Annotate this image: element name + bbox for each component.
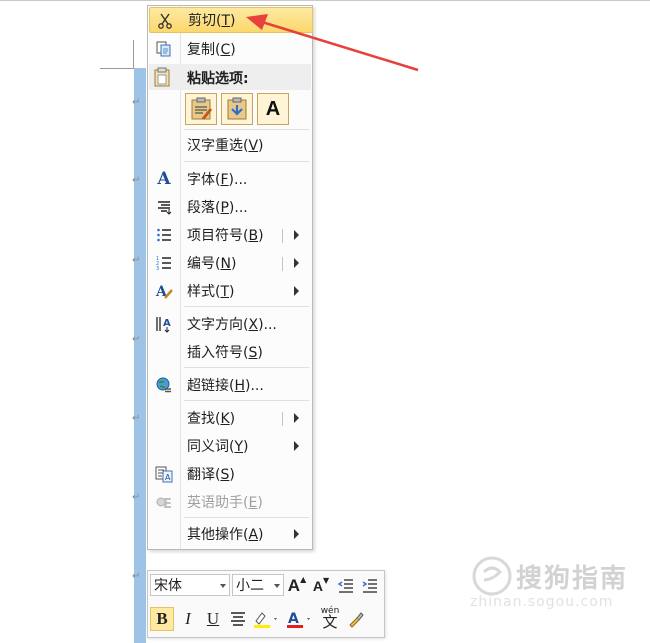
red-annotation-arrow bbox=[246, 14, 419, 72]
